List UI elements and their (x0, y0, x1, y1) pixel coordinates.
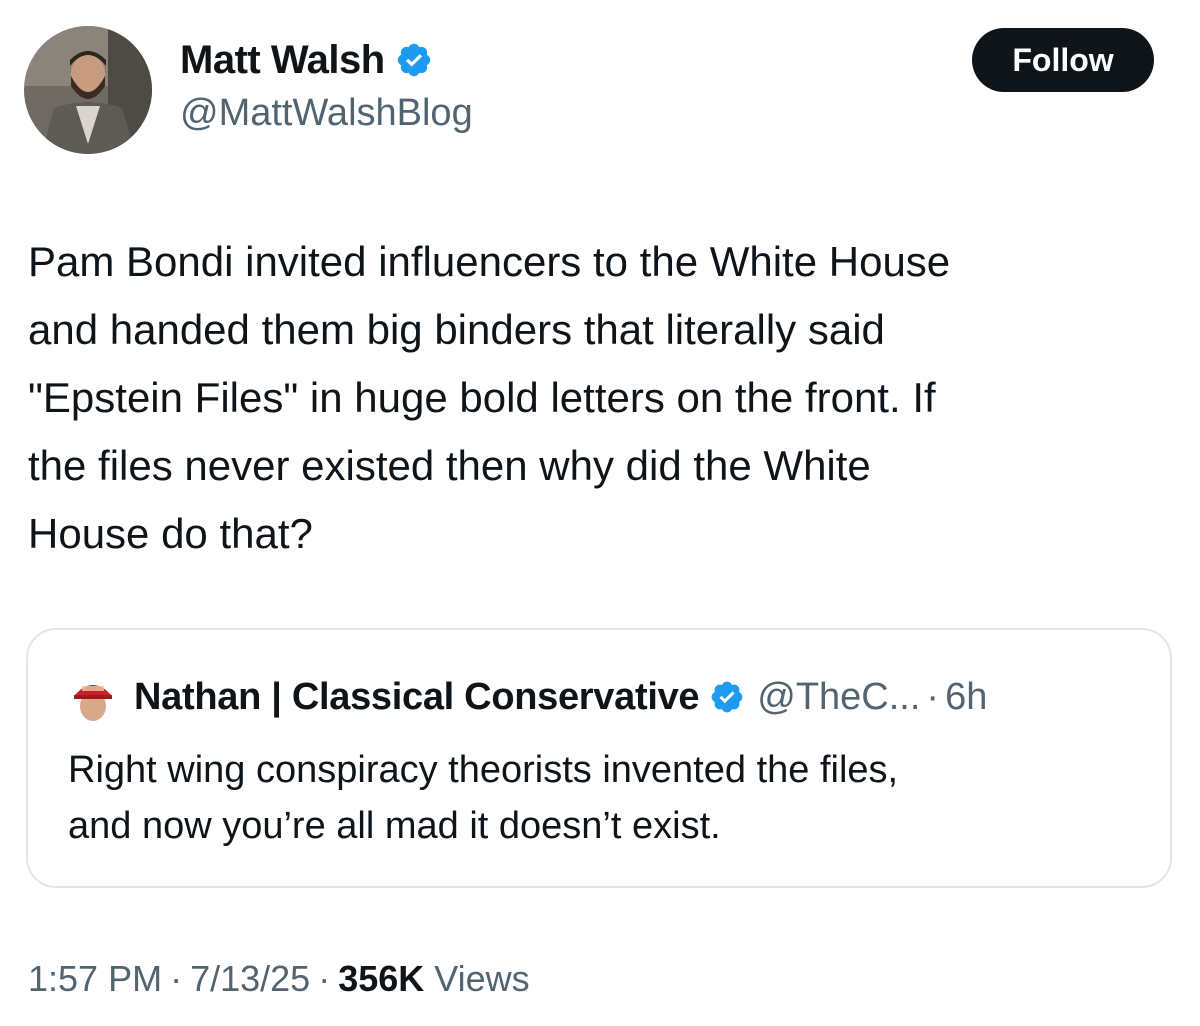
quoted-tweet-header: Nathan | Classical Conservative @TheC...… (68, 672, 987, 722)
tweet-text-line: the files never existed then why did the… (28, 442, 871, 489)
follow-button[interactable]: Follow (972, 28, 1154, 92)
views-count: 356K (338, 958, 425, 999)
tweet-date[interactable]: 7/13/25 (190, 958, 310, 999)
verified-badge-icon (709, 679, 745, 715)
tweet-text-line: and handed them big binders that literal… (28, 306, 885, 353)
quoted-separator: · (926, 675, 940, 718)
tweet-text-line: "Epstein Files" in huge bold letters on … (28, 374, 936, 421)
tweet-page: Matt Walsh @MattWalshBlog Follow Pam Bon… (0, 0, 1200, 1026)
quoted-author-name[interactable]: Nathan | Classical Conservative (134, 676, 700, 719)
quoted-tweet-card[interactable]: Nathan | Classical Conservative @TheC...… (26, 628, 1172, 888)
quoted-author-avatar (68, 672, 118, 722)
views-label: Views (434, 958, 530, 999)
quoted-timestamp[interactable]: 6h (945, 676, 987, 719)
tweet-meta: 1:57 PM · 7/13/25 · 356K Views (28, 958, 530, 1000)
quoted-text-line: and now you’re all mad it doesn’t exist. (68, 805, 721, 847)
meta-separator: · (318, 958, 331, 999)
meta-separator: · (170, 958, 183, 999)
verified-badge-icon (395, 41, 433, 79)
quoted-tweet-text: Right wing conspiracy theorists invented… (68, 742, 898, 854)
author-display-name[interactable]: Matt Walsh (180, 38, 385, 83)
tweet-text-line: Pam Bondi invited influencers to the Whi… (28, 238, 951, 285)
tweet-text: Pam Bondi invited influencers to the Whi… (28, 228, 1168, 568)
quoted-text-line: Right wing conspiracy theorists invented… (68, 749, 899, 791)
tweet-time[interactable]: 1:57 PM (28, 958, 162, 999)
author-handle[interactable]: @MattWalshBlog (180, 92, 473, 135)
quoted-author-handle[interactable]: @TheC... (757, 676, 920, 719)
author-name-row: Matt Walsh (180, 34, 433, 86)
author-avatar[interactable] (24, 26, 152, 154)
tweet-text-line: House do that? (28, 510, 313, 557)
